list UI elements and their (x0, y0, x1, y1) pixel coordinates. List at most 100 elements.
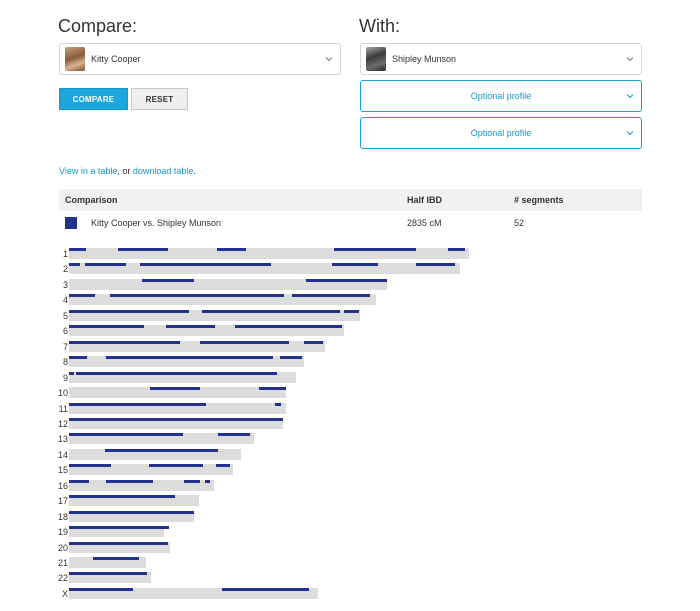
reset-button[interactable]: RESET (131, 88, 188, 110)
chromosome-label-3: 3 (62, 279, 68, 290)
match-segment[interactable] (69, 371, 74, 375)
match-segment[interactable] (416, 263, 455, 267)
avatar (65, 47, 85, 71)
match-segment[interactable] (69, 479, 89, 483)
match-segment[interactable] (76, 371, 277, 375)
chromosome-label-10: 10 (58, 388, 69, 399)
chromosome-label-11: 11 (58, 403, 68, 414)
match-segment[interactable] (93, 557, 139, 560)
with-profile-select[interactable]: Shipley Munson (360, 43, 642, 75)
match-segment[interactable] (69, 572, 147, 576)
match-segment[interactable] (217, 248, 246, 251)
chromosome-label-1: 1 (62, 249, 68, 259)
match-segment[interactable] (259, 387, 286, 391)
comparison-color-swatch (65, 217, 77, 229)
chromosome-bar-8 (69, 356, 304, 368)
download-table-link[interactable]: download table (133, 166, 194, 176)
chromosome-bar-7 (69, 340, 325, 352)
chromosome-label-4: 4 (62, 295, 68, 306)
match-segment[interactable] (69, 356, 87, 360)
match-segment[interactable] (69, 433, 183, 437)
match-segment[interactable] (69, 402, 206, 406)
match-segment[interactable] (69, 464, 111, 468)
match-segment[interactable] (69, 325, 144, 329)
optional-profile-select-2[interactable]: Optional profile (360, 117, 642, 149)
optional-profile-label: Optional profile (470, 91, 532, 101)
chromosome-bar-6 (69, 325, 344, 337)
chromosome-label-15: 15 (58, 465, 69, 476)
chromosome-bar-1 (69, 248, 469, 259)
match-segment[interactable] (106, 479, 153, 483)
match-segment[interactable] (205, 479, 210, 483)
chromosome-label-x: X (61, 588, 68, 599)
match-segment[interactable] (110, 294, 284, 298)
chromosome-bar-9 (69, 371, 296, 383)
chromosome-label-21: 21 (58, 558, 69, 568)
match-segment[interactable] (118, 248, 168, 251)
match-segment[interactable] (69, 263, 80, 267)
match-segment[interactable] (69, 248, 86, 251)
match-segment[interactable] (275, 402, 281, 406)
view-in-table-link[interactable]: View in a table (59, 166, 117, 176)
compare-profile-select[interactable]: Kitty Cooper (59, 43, 341, 75)
match-segment[interactable] (140, 263, 271, 267)
match-segment[interactable] (69, 309, 189, 313)
chromosome-label-22: 22 (58, 573, 69, 584)
chromosome-label-8: 8 (62, 357, 68, 368)
chromosome-bar-16 (69, 479, 214, 491)
chromosome-label-9: 9 (62, 372, 68, 383)
chromosome-bar-12 (69, 417, 283, 429)
match-segment[interactable] (69, 526, 169, 530)
match-segment[interactable] (69, 495, 175, 499)
match-segment[interactable] (304, 340, 323, 344)
match-segment[interactable] (344, 309, 359, 313)
match-segment[interactable] (106, 356, 273, 360)
match-segment[interactable] (69, 417, 283, 421)
chromosome-bar-11 (69, 402, 286, 414)
match-segment[interactable] (184, 479, 200, 483)
comparison-cell: Kitty Cooper vs. Shipley Munson (91, 218, 222, 228)
avatar (366, 47, 386, 71)
chromosome-bar-15 (69, 464, 233, 476)
match-segment[interactable] (166, 325, 215, 329)
match-segment[interactable] (142, 278, 194, 282)
chromosome-bar-10 (69, 387, 286, 399)
chromosome-bar-22 (69, 572, 151, 584)
match-segment[interactable] (150, 387, 200, 391)
match-segment[interactable] (69, 294, 95, 298)
match-segment[interactable] (69, 587, 133, 591)
match-segment[interactable] (202, 309, 340, 313)
optional-profile-label: Optional profile (470, 128, 532, 138)
column-header-segments: # segments (514, 195, 564, 205)
half-ibd-cell: 2835 cM (407, 218, 442, 228)
match-segment[interactable] (218, 433, 250, 437)
match-segment[interactable] (306, 278, 387, 282)
chromosome-label-13: 13 (58, 434, 69, 445)
chromosome-label-6: 6 (62, 326, 68, 337)
match-segment[interactable] (69, 541, 168, 545)
match-segment[interactable] (332, 263, 378, 267)
match-segment[interactable] (69, 510, 194, 514)
match-segment[interactable] (85, 263, 126, 267)
chromosome-label-7: 7 (62, 341, 68, 352)
match-segment[interactable] (334, 248, 416, 251)
optional-profile-select-1[interactable]: Optional profile (360, 80, 642, 112)
match-segment[interactable] (149, 464, 203, 468)
match-segment[interactable] (216, 464, 230, 468)
match-segment[interactable] (105, 448, 218, 452)
match-segment[interactable] (222, 587, 309, 591)
chromosome-bar-18 (69, 510, 194, 522)
match-segment[interactable] (69, 340, 180, 344)
match-segment[interactable] (200, 340, 289, 344)
match-segment[interactable] (448, 248, 465, 251)
chromosome-bar-20 (69, 541, 170, 553)
match-segment[interactable] (292, 294, 370, 298)
compare-button[interactable]: COMPARE (59, 88, 128, 110)
chevron-down-icon (626, 131, 634, 136)
chromosome-label-18: 18 (58, 511, 69, 522)
chromosome-label-19: 19 (58, 527, 69, 538)
match-segment[interactable] (235, 325, 342, 329)
match-segment[interactable] (280, 356, 302, 360)
chromosome-bar-4 (69, 294, 376, 306)
chromosome-label-16: 16 (58, 480, 69, 491)
